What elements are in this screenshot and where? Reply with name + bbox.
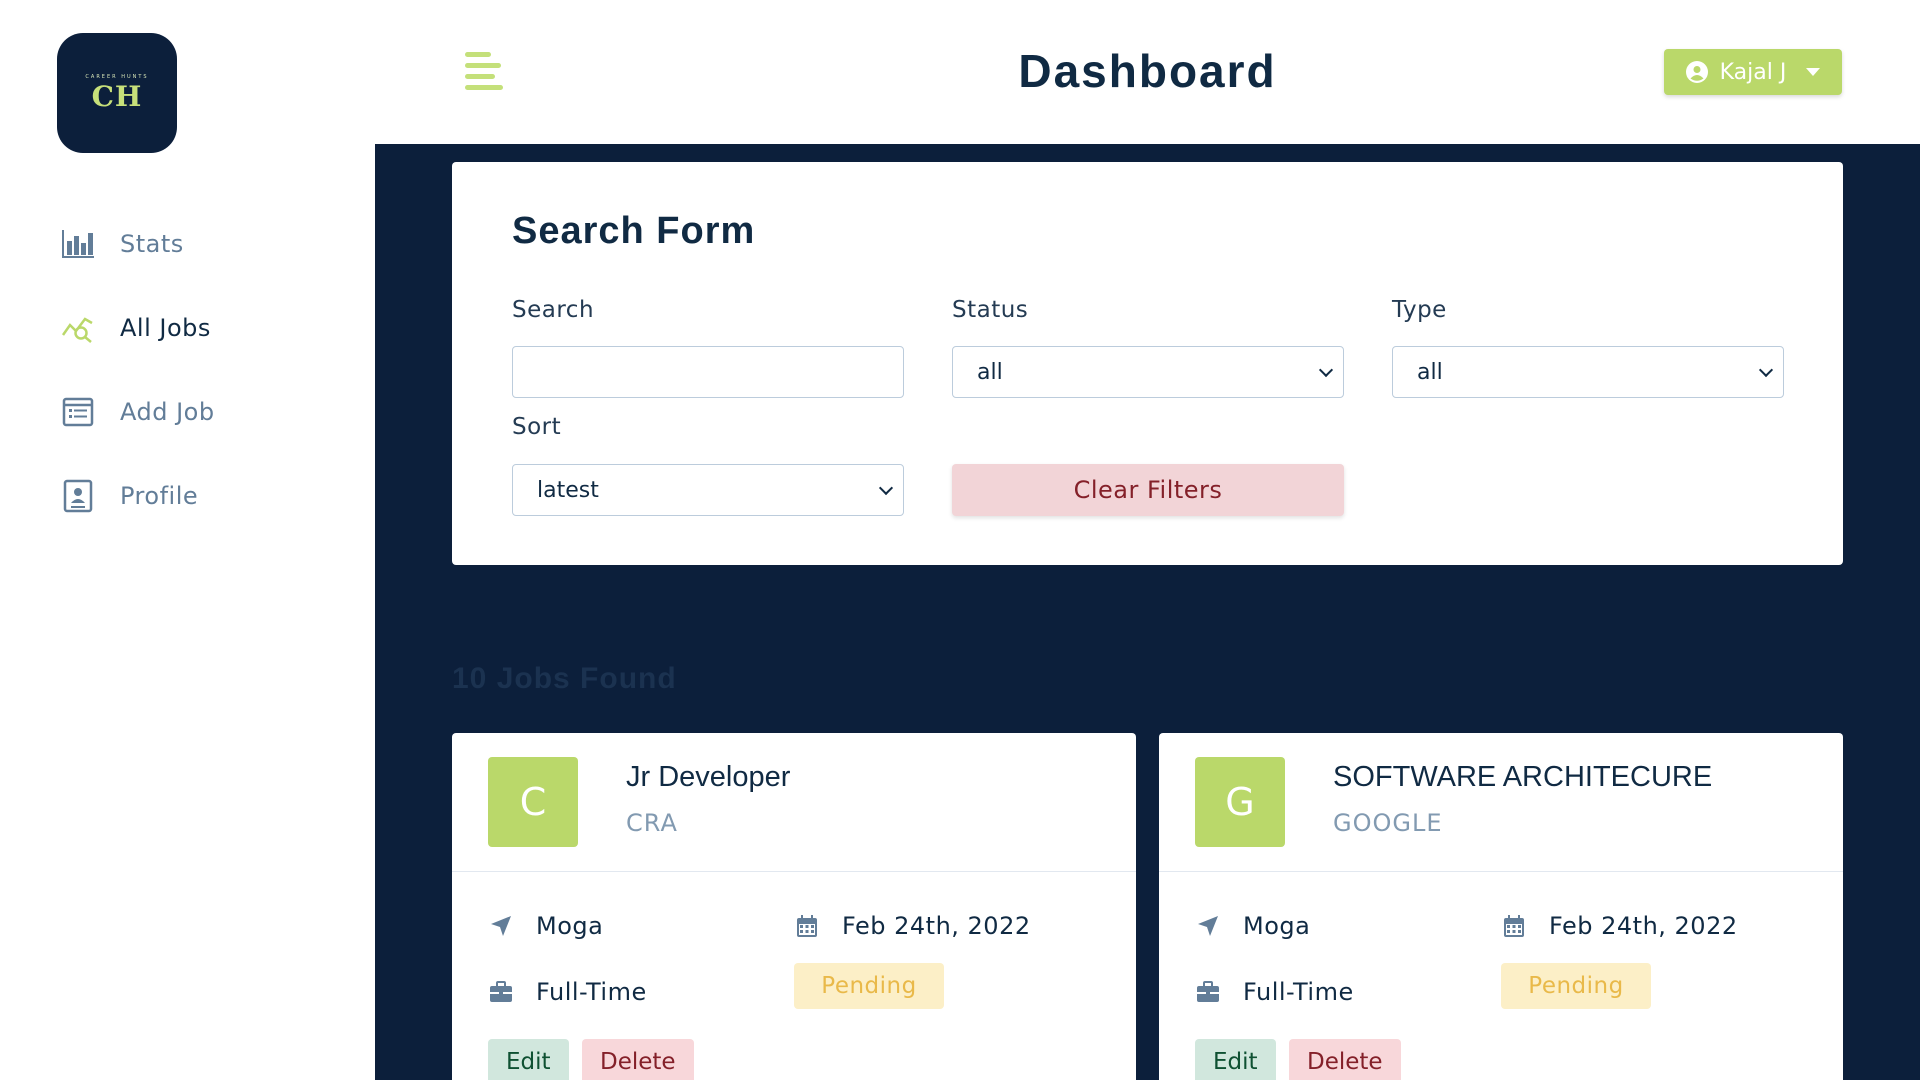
sort-label: Sort bbox=[512, 414, 562, 440]
job-location-text: Moga bbox=[536, 912, 604, 940]
edit-button[interactable]: Edit bbox=[1195, 1039, 1276, 1080]
search-label: Search bbox=[512, 297, 595, 323]
job-title: SOFTWARE ARCHITECURE bbox=[1333, 761, 1713, 793]
briefcase-icon bbox=[1195, 979, 1221, 1005]
sidebar-nav: Stats All Jobs Add Job Profile bbox=[0, 202, 375, 538]
type-select-value: all bbox=[1417, 359, 1443, 385]
caret-down-icon bbox=[1806, 68, 1821, 76]
job-card-header: G SOFTWARE ARCHITECURE GOOGLE bbox=[1159, 733, 1843, 872]
delete-button[interactable]: Delete bbox=[1289, 1039, 1401, 1080]
job-company: CRA bbox=[626, 809, 678, 837]
company-initial: G bbox=[1195, 757, 1285, 847]
jobs-found-count: 10 Jobs Found bbox=[452, 662, 677, 695]
chevron-down-icon bbox=[878, 480, 894, 496]
job-location: Moga bbox=[1195, 912, 1310, 940]
sort-select[interactable]: latest bbox=[512, 464, 904, 516]
user-circle-icon bbox=[1685, 61, 1708, 83]
calendar-icon bbox=[1501, 913, 1527, 939]
job-location-text: Moga bbox=[1243, 912, 1311, 940]
edit-button[interactable]: Edit bbox=[488, 1039, 569, 1080]
search-chart-icon bbox=[60, 310, 96, 346]
job-date-text: Feb 24th, 2022 bbox=[842, 912, 1031, 940]
clear-filters-button[interactable]: Clear Filters bbox=[952, 464, 1344, 516]
sidebar-item-label: Profile bbox=[120, 482, 199, 510]
job-title: Jr Developer bbox=[626, 761, 791, 793]
company-initial: C bbox=[488, 757, 578, 847]
status-badge: Pending bbox=[1501, 963, 1651, 1009]
type-select[interactable]: all bbox=[1392, 346, 1784, 398]
status-badge: Pending bbox=[794, 963, 944, 1009]
chevron-down-icon bbox=[1758, 362, 1774, 378]
delete-button[interactable]: Delete bbox=[582, 1039, 694, 1080]
form-title: Search Form bbox=[512, 210, 756, 252]
job-location: Moga bbox=[488, 912, 603, 940]
calendar-icon bbox=[794, 913, 820, 939]
sort-select-value: latest bbox=[537, 477, 599, 503]
sidebar-item-profile[interactable]: Profile bbox=[0, 454, 375, 538]
sidebar-item-label: Stats bbox=[120, 230, 184, 258]
job-type: Full-Time bbox=[1195, 978, 1354, 1006]
job-type: Full-Time bbox=[488, 978, 647, 1006]
sidebar-item-stats[interactable]: Stats bbox=[0, 202, 375, 286]
location-arrow-icon bbox=[1195, 913, 1221, 939]
sidebar-item-add-job[interactable]: Add Job bbox=[0, 370, 375, 454]
status-select[interactable]: all bbox=[952, 346, 1344, 398]
logo-monogram: CH bbox=[91, 80, 143, 113]
job-date: Feb 24th, 2022 bbox=[794, 912, 1031, 940]
job-company: GOOGLE bbox=[1333, 809, 1443, 837]
job-date: Feb 24th, 2022 bbox=[1501, 912, 1738, 940]
user-menu-button[interactable]: Kajal J bbox=[1664, 49, 1842, 95]
search-form: Search Form Search Status all Type all S… bbox=[452, 162, 1843, 565]
sidebar-item-label: All Jobs bbox=[120, 314, 211, 342]
sidebar: CAREER HUNTS CH Stats All Jobs Add Job P… bbox=[0, 0, 375, 1080]
sidebar-item-all-jobs[interactable]: All Jobs bbox=[0, 286, 375, 370]
search-input[interactable] bbox=[512, 346, 904, 398]
job-card-header: C Jr Developer CRA bbox=[452, 733, 1136, 872]
chevron-down-icon bbox=[1318, 362, 1334, 378]
job-card: C Jr Developer CRA Moga Feb 24th, 2022 F… bbox=[452, 733, 1136, 1080]
job-type-text: Full-Time bbox=[536, 978, 647, 1006]
sidebar-item-label: Add Job bbox=[120, 398, 215, 426]
type-label: Type bbox=[1392, 297, 1447, 323]
status-select-value: all bbox=[977, 359, 1003, 385]
status-label: Status bbox=[952, 297, 1029, 323]
form-icon bbox=[60, 394, 96, 430]
job-type-text: Full-Time bbox=[1243, 978, 1354, 1006]
top-bar: Dashboard Kajal J bbox=[375, 0, 1920, 144]
user-name: Kajal J bbox=[1719, 59, 1787, 85]
main-content: Search Form Search Status all Type all S… bbox=[375, 144, 1920, 1080]
profile-card-icon bbox=[60, 478, 96, 514]
bar-chart-icon bbox=[60, 226, 96, 262]
briefcase-icon bbox=[488, 979, 514, 1005]
job-date-text: Feb 24th, 2022 bbox=[1549, 912, 1738, 940]
job-card: G SOFTWARE ARCHITECURE GOOGLE Moga Feb 2… bbox=[1159, 733, 1843, 1080]
location-arrow-icon bbox=[488, 913, 514, 939]
logo[interactable]: CAREER HUNTS CH bbox=[57, 33, 177, 153]
